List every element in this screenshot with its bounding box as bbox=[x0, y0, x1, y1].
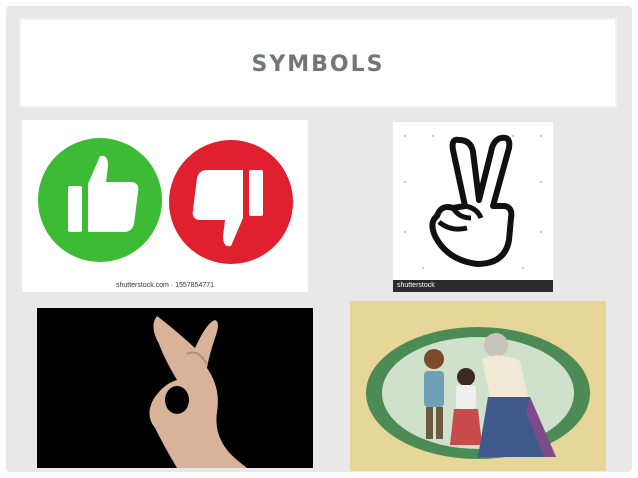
peace-caption: shutterstock bbox=[393, 280, 553, 292]
illustration-image bbox=[350, 301, 606, 471]
thumbs-caption: shutterstock.com · 1557854771 bbox=[115, 282, 215, 289]
thumbs-image: shutterstock.com · 1557854771 bbox=[22, 120, 308, 292]
slide-title: SYMBOLS bbox=[251, 52, 385, 77]
peace-image: shutterstock bbox=[393, 122, 553, 292]
peace-sign-icon bbox=[403, 134, 543, 270]
ok-hand-icon bbox=[149, 316, 247, 468]
title-box: SYMBOLS bbox=[19, 18, 617, 108]
ok-hand-image bbox=[37, 308, 313, 468]
thumbs-svg bbox=[38, 138, 293, 264]
mano-po-illustration bbox=[366, 327, 590, 459]
slide: SYMBOLS shutterstock.com · 1557854771 sh… bbox=[0, 0, 638, 478]
